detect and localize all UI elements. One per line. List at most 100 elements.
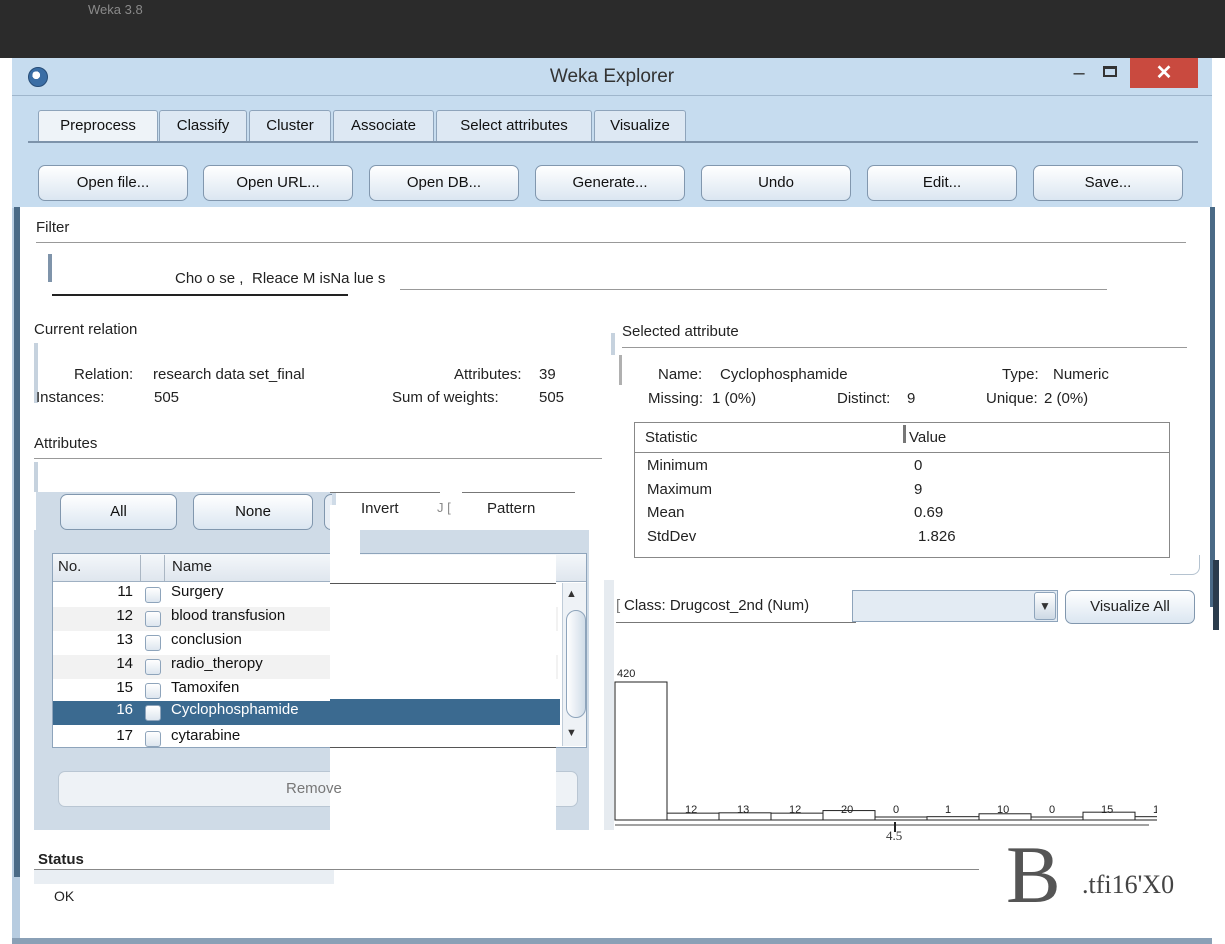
histogram-bar — [1134, 816, 1157, 821]
histogram-bar — [926, 816, 980, 821]
sum-weights-value: 505 — [539, 389, 565, 406]
statistics-table — [634, 422, 1170, 558]
attr-missing-value: 1 (0%) — [712, 390, 757, 407]
attributes-label: Attributes — [34, 435, 98, 452]
instances-label: Instances: — [36, 389, 105, 406]
mid-tick-label: 4.5 — [886, 828, 903, 843]
chevron-down-icon[interactable]: ▼ — [1034, 592, 1056, 620]
sum-weights-label: Sum of weights: — [392, 389, 499, 406]
taskbar-band — [0, 0, 1225, 58]
attribute-checkbox[interactable] — [145, 635, 161, 651]
tab-classify[interactable]: Classify — [159, 110, 247, 142]
histogram-bar-label: 20 — [841, 804, 853, 816]
class-selector-text[interactable]: Class: Drugcost_2nd (Num) — [624, 597, 809, 614]
attribute-checkbox[interactable] — [145, 705, 161, 721]
instances-value: 505 — [154, 389, 180, 406]
open-url-button[interactable]: Open URL... — [203, 165, 353, 201]
invert-button[interactable]: Invert — [361, 500, 399, 517]
selected-attribute-label: Selected attribute — [622, 323, 739, 340]
stat-value: 0 — [914, 457, 923, 474]
histogram-bar — [614, 681, 668, 821]
status-text: OK — [54, 888, 75, 904]
watermark-text: .tfi16'X0 — [1082, 870, 1175, 899]
attribute-checkbox[interactable] — [145, 731, 161, 747]
scroll-thumb[interactable] — [566, 610, 586, 718]
save-button[interactable]: Save... — [1033, 165, 1183, 201]
tab-preprocess[interactable]: Preprocess — [38, 110, 158, 142]
stats-box-corner — [1170, 555, 1200, 575]
histogram-bar-label: 10 — [997, 804, 1009, 816]
select-all-button[interactable]: All — [60, 494, 177, 530]
invert-top-line — [330, 492, 440, 493]
attribute-checkbox[interactable] — [145, 659, 161, 675]
remove-label: Remove — [286, 780, 342, 797]
maximize-button[interactable] — [1094, 58, 1126, 88]
table-bottom-line — [330, 747, 556, 748]
open-file-button[interactable]: Open file... — [38, 165, 188, 201]
torn-mask — [330, 505, 360, 555]
tab-visualize[interactable]: Visualize — [594, 110, 686, 142]
attributes-count-value: 39 — [539, 366, 556, 383]
selected-box-edge — [611, 333, 615, 355]
attr-name-value: Cyclophosphamide — [720, 366, 848, 383]
col-no-header[interactable]: No. — [58, 558, 81, 575]
select-none-button[interactable]: None — [193, 494, 313, 530]
watermark-letter: B — [1006, 829, 1061, 920]
undo-button[interactable]: Undo — [701, 165, 851, 201]
attr-unique-value: 2 (0%) — [1044, 390, 1089, 407]
edit-button[interactable]: Edit... — [867, 165, 1017, 201]
selected-inner-edge — [619, 355, 622, 385]
attr-missing-label: Missing: — [648, 390, 704, 407]
value-header[interactable]: Value — [909, 429, 946, 446]
tab-associate[interactable]: Associate — [333, 110, 434, 142]
attr-distinct-label: Distinct: — [837, 390, 891, 407]
relation-label: Relation: — [74, 366, 134, 383]
attribute-checkbox[interactable] — [145, 587, 161, 603]
histogram-bar-label: 0 — [1049, 804, 1055, 816]
tab-cluster[interactable]: Cluster — [249, 110, 331, 142]
close-button[interactable]: ✕ — [1130, 58, 1198, 88]
scroll-down-icon[interactable]: ▼ — [566, 727, 577, 739]
pattern-top-line — [462, 492, 575, 493]
filter-choose-button[interactable]: Cho o se , — [175, 270, 243, 287]
histogram-bar-label: 0 — [893, 804, 899, 816]
stat-name: Mean — [647, 504, 685, 521]
histogram-bar-label: 15 — [1101, 804, 1113, 816]
pattern-button[interactable]: Pattern — [487, 500, 535, 517]
attribute-checkbox[interactable] — [145, 611, 161, 627]
open-db-button[interactable]: Open DB... — [369, 165, 519, 201]
filter-divider — [36, 242, 1186, 243]
histogram-bar-label: 1 — [1153, 804, 1157, 816]
visualize-all-button[interactable]: Visualize All — [1065, 590, 1195, 624]
attribute-checkbox[interactable] — [145, 683, 161, 699]
scroll-up-icon[interactable]: ▲ — [566, 588, 577, 600]
class-dropdown[interactable] — [852, 590, 1058, 622]
header-divider — [164, 555, 165, 581]
generate-button[interactable]: Generate... — [535, 165, 685, 201]
tab-underline — [28, 141, 1198, 143]
attr-type-value: Numeric — [1053, 366, 1109, 383]
button-separator: J [ — [437, 500, 451, 515]
stat-name: StdDev — [647, 528, 697, 545]
status-area — [34, 884, 330, 932]
filter-box-edge — [48, 254, 52, 282]
stat-value: 0.69 — [914, 504, 944, 521]
stat-name: Maximum — [647, 481, 713, 498]
histogram-bar — [1030, 816, 1084, 821]
selected-attribute-divider — [622, 347, 1187, 348]
attr-distinct-value: 9 — [907, 390, 916, 407]
minimize-button[interactable]: – — [1064, 58, 1094, 88]
stat-name: Minimum — [647, 457, 708, 474]
tab-select-attributes[interactable]: Select attributes — [436, 110, 592, 142]
filter-value[interactable]: Rleace M isNa lue s — [252, 270, 385, 287]
attributes-divider — [34, 458, 602, 459]
relation-value: research data set_final — [153, 366, 305, 383]
filter-field-underline — [52, 294, 348, 296]
taskbar-app-label: Weka 3.8 — [88, 2, 143, 17]
statistic-header[interactable]: Statistic — [645, 429, 698, 446]
selected-row-extension — [330, 699, 560, 725]
statistics-header-line — [635, 452, 1169, 453]
col-name-header[interactable]: Name — [172, 558, 212, 575]
window-title: Weka Explorer — [549, 66, 675, 87]
stat-value: 9 — [914, 481, 923, 498]
